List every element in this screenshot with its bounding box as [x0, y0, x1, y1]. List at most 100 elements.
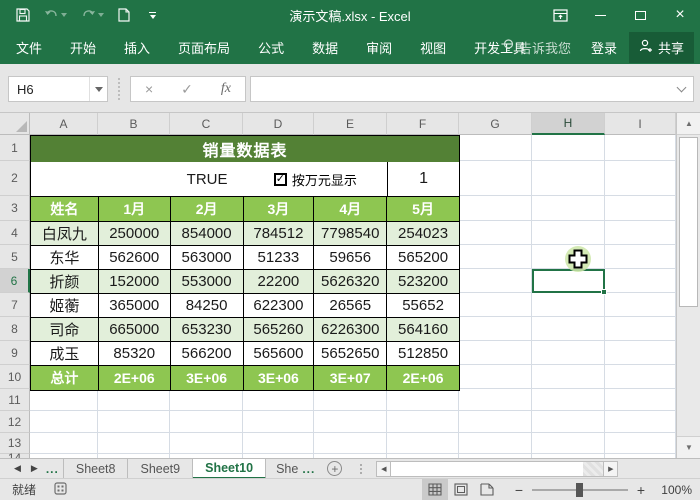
cell-I1[interactable]	[605, 135, 676, 161]
cell-I3[interactable]	[605, 196, 676, 221]
page-layout-view-icon[interactable]	[448, 479, 474, 500]
cell-D11[interactable]	[243, 389, 314, 411]
column-header-E[interactable]: E	[314, 113, 387, 135]
name-box-dropdown-icon[interactable]	[89, 77, 107, 101]
save-icon[interactable]	[16, 8, 30, 22]
minimize-button[interactable]	[580, 0, 620, 30]
cell-I12[interactable]	[605, 411, 676, 433]
column-header-B[interactable]: B	[98, 113, 170, 135]
cell-I13[interactable]	[605, 433, 676, 454]
next-sheet-icon[interactable]: ▶	[31, 463, 38, 474]
sheet-tab-Sheet10[interactable]: Sheet10	[193, 459, 266, 479]
expand-formula-bar-icon[interactable]	[677, 82, 687, 92]
cell-I7[interactable]	[605, 293, 676, 317]
cell-E11[interactable]	[314, 389, 387, 411]
checkbox-check-icon[interactable]: ✓	[274, 173, 287, 186]
column-header-A[interactable]: A	[30, 113, 98, 135]
cell-I5[interactable]	[605, 245, 676, 269]
vertical-scrollbar[interactable]: ▲ ▼	[676, 113, 700, 458]
row-header-5[interactable]: 5	[0, 245, 30, 269]
cell-I6[interactable]	[605, 269, 676, 293]
cell-G7[interactable]	[459, 293, 532, 317]
sheet-tab-truncated[interactable]: She	[266, 462, 302, 476]
redo-icon[interactable]	[81, 9, 104, 22]
share-button[interactable]: 共享	[629, 32, 694, 63]
row-header-9[interactable]: 9	[0, 341, 30, 365]
undo-icon[interactable]	[44, 9, 67, 22]
cell-B13[interactable]	[98, 433, 170, 454]
insert-function-icon[interactable]: fx	[221, 81, 231, 97]
cell-G8[interactable]	[459, 317, 532, 341]
cell-D12[interactable]	[243, 411, 314, 433]
cell-B11[interactable]	[98, 389, 170, 411]
row-header-12[interactable]: 12	[0, 411, 30, 433]
cell-H12[interactable]	[532, 411, 605, 433]
cancel-icon[interactable]: ×	[145, 81, 153, 97]
scroll-right-icon[interactable]: ▶	[603, 461, 618, 477]
sheet-tab-Sheet8[interactable]: Sheet8	[63, 459, 129, 479]
column-header-C[interactable]: C	[170, 113, 243, 135]
row-header-1[interactable]: 1	[0, 135, 30, 161]
row-header-11[interactable]: 11	[0, 389, 30, 411]
cell-H3[interactable]	[532, 196, 605, 221]
cell-G1[interactable]	[459, 135, 532, 161]
macro-record-icon[interactable]	[54, 482, 67, 498]
new-document-icon[interactable]	[118, 8, 130, 22]
sheet-overflow-right[interactable]: ...	[302, 462, 315, 476]
fill-handle[interactable]	[601, 289, 607, 295]
enter-icon[interactable]: ✓	[181, 81, 193, 98]
zoom-slider-handle[interactable]	[576, 483, 583, 497]
scroll-down-icon[interactable]: ▼	[677, 436, 700, 458]
select-all-corner[interactable]	[0, 113, 30, 135]
sheet-tab-Sheet9[interactable]: Sheet9	[128, 459, 193, 479]
formula-input[interactable]	[250, 76, 694, 102]
close-button[interactable]: ×	[660, 0, 700, 30]
sheet-overflow-left[interactable]: ...	[46, 462, 59, 476]
column-header-I[interactable]: I	[605, 113, 676, 135]
scroll-left-icon[interactable]: ◀	[376, 461, 391, 477]
cell-I8[interactable]	[605, 317, 676, 341]
sign-in-link[interactable]: 登录	[583, 38, 625, 57]
vertical-scroll-thumb[interactable]	[679, 137, 698, 307]
row-header-4[interactable]: 4	[0, 221, 30, 245]
cell-A12[interactable]	[30, 411, 98, 433]
horizontal-scroll-thumb[interactable]	[391, 461, 583, 477]
cell-G5[interactable]	[459, 245, 532, 269]
ribbon-tab-审阅[interactable]: 审阅	[352, 30, 406, 65]
cell-G2[interactable]	[459, 161, 532, 196]
active-cell-outline[interactable]	[532, 269, 605, 293]
cell-E12[interactable]	[314, 411, 387, 433]
row-header-6[interactable]: 6	[0, 269, 30, 293]
display-in-wan-checkbox[interactable]: ✓按万元显示	[274, 170, 357, 189]
cell-C12[interactable]	[170, 411, 243, 433]
cell-H5[interactable]	[532, 245, 605, 269]
cell-G10[interactable]	[459, 365, 532, 389]
cell-I11[interactable]	[605, 389, 676, 411]
zoom-out-icon[interactable]: −	[510, 482, 528, 498]
normal-view-icon[interactable]	[422, 479, 448, 500]
cell-I9[interactable]	[605, 341, 676, 365]
cell-H9[interactable]	[532, 341, 605, 365]
ribbon-tab-数据[interactable]: 数据	[298, 30, 352, 65]
cell-E13[interactable]	[314, 433, 387, 454]
cell-G11[interactable]	[459, 389, 532, 411]
cell-C13[interactable]	[170, 433, 243, 454]
cell-A11[interactable]	[30, 389, 98, 411]
cell-H1[interactable]	[532, 135, 605, 161]
customize-qat-icon[interactable]	[148, 12, 156, 19]
ribbon-tab-视图[interactable]: 视图	[406, 30, 460, 65]
zoom-level[interactable]: 100%	[650, 483, 692, 497]
scroll-up-icon[interactable]: ▲	[677, 113, 700, 135]
column-header-G[interactable]: G	[459, 113, 532, 135]
ribbon-tab-开始[interactable]: 开始	[56, 30, 110, 65]
cell-D13[interactable]	[243, 433, 314, 454]
cell-I2[interactable]	[605, 161, 676, 196]
cell-H13[interactable]	[532, 433, 605, 454]
tell-me-box[interactable]: 告诉我您	[495, 38, 579, 57]
cell-I4[interactable]	[605, 221, 676, 245]
row-header-10[interactable]: 10	[0, 365, 30, 389]
cell-H2[interactable]	[532, 161, 605, 196]
maximize-button[interactable]	[620, 0, 660, 30]
cell-G4[interactable]	[459, 221, 532, 245]
cell-G3[interactable]	[459, 196, 532, 221]
